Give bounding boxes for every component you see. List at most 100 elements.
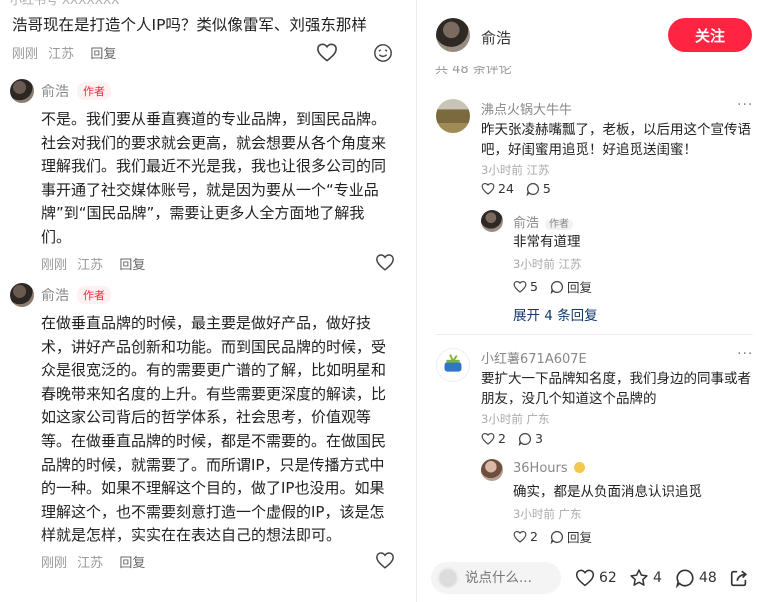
left-comment-panel: 小红书号 XXXXXXX 浩哥现在是打造个人IP吗？类似像雷军、刘强东那样 刚刚… [0,0,410,602]
reply-count: 3 [534,431,543,446]
comment-text: 要扩大一下品牌知名度，我们身边的同事或者朋友，没几个知道这个品牌的 [481,371,751,407]
reply-button[interactable]: 回复 [550,527,592,546]
reply-count-button[interactable]: 3 [518,431,543,446]
reply-count: 5 [542,181,551,196]
like-count: 5 [530,279,538,294]
more-icon[interactable]: ··· [737,346,753,362]
commenter-name[interactable]: 沸点火锅大牛牛 [481,99,572,118]
avatar[interactable] [436,18,470,52]
comment-input[interactable] [465,570,555,586]
avatar[interactable] [436,348,470,382]
collect-count: 4 [653,570,662,586]
heart-icon [513,530,527,543]
comment-button[interactable]: 48 [675,568,717,588]
comment-count: 48 [699,570,717,586]
question-reply-button[interactable]: 回复 [90,47,116,62]
comment-actions: 2 3 [481,431,555,446]
author-badge: 作者 [545,219,574,230]
heart-icon [513,280,527,293]
like-count: 2 [530,529,538,544]
heart-icon[interactable] [375,551,395,569]
more-icon[interactable]: ··· [737,97,753,113]
reply-meta: 3小时前 江苏 [513,257,582,271]
share-icon [730,570,748,587]
heart-icon [481,432,495,445]
comment-time: 刚刚 [41,257,68,273]
comment-text: 在做垂直品牌的时候，最主要是做好产品，做好技术，讲好产品创新和功能。而到国民品牌… [41,314,387,545]
avatar[interactable] [10,283,34,307]
comment-icon [675,569,694,588]
like-button[interactable]: 5 [513,279,538,294]
divider [435,334,753,335]
author-badge: 作者 [77,82,111,100]
author-header: 俞浩 关注 [417,0,768,66]
comment-text: 不是。我们要从垂直赛道的专业品牌，到国民品牌。社会对我们的要求就会更高，就会想要… [41,110,387,246]
author-comment-2: 俞浩 作者 在做垂直品牌的时候，最主要是做好产品，做好技术，讲好产品创新和功能。… [10,282,395,572]
comment-icon [550,530,563,544]
author-comment-1: 俞浩 作者 不是。我们要从垂直赛道的专业品牌，到国民品牌。社会对我们的要求就会更… [10,78,395,274]
expand-replies-link[interactable]: 展开 4 条回复 [513,304,598,324]
author-name[interactable]: 俞浩 [481,27,511,48]
total-comments-label: 共 48 条评论 [435,66,512,77]
follow-button[interactable]: 关注 [668,18,752,52]
question-location: 江苏 [48,47,75,62]
like-button[interactable]: 2 [513,529,538,544]
comment-icon [518,432,531,446]
clipped-header-text: 小红书号 XXXXXXX [10,0,120,7]
avatar[interactable] [481,210,503,232]
share-button[interactable] [729,568,749,588]
comment-time: 刚刚 [41,555,68,571]
avatar[interactable] [436,99,470,133]
avatar[interactable] [481,459,503,481]
comment-meta: 3小时前 广东 [481,412,550,426]
like-count: 2 [498,431,506,446]
smile-icon[interactable] [373,43,393,63]
comment-icon [526,182,539,196]
comment-meta: 3小时前 江苏 [481,163,550,177]
reply-text: 确实，都是从负面消息认识追觅 [513,484,702,500]
reply-author-name[interactable]: 36Hours [513,461,568,476]
reply-button[interactable]: 回复 [550,277,592,296]
reply-meta: 3小时前 广东 [513,507,582,521]
reply-label: 回复 [566,280,592,295]
heart-icon [481,182,495,195]
reply-actions: 2 回复 [513,527,604,546]
reply-author: 36Hours [513,461,585,476]
reply-label: 回复 [566,530,592,545]
reply-count-button[interactable]: 5 [526,181,551,196]
heart-icon [575,569,595,587]
heart-icon[interactable] [316,42,338,62]
comment-input-pill[interactable] [431,562,561,594]
question-meta: 刚刚 江苏 回复 [12,43,116,62]
reply-author: 俞浩 作者 [513,212,574,231]
post-like-count: 62 [599,569,617,586]
like-button[interactable]: 2 [481,431,506,446]
app-window: 小红书号 XXXXXXX 浩哥现在是打造个人IP吗？类似像雷军、刘强东那样 刚刚… [0,0,768,602]
reply-actions: 5 回复 [513,277,604,296]
comment-author-name[interactable]: 俞浩 [41,81,69,101]
comment-actions: 24 5 [481,181,563,196]
reply-author-name[interactable]: 俞浩 [513,216,539,231]
comment-icon [550,280,563,294]
comment-text: 昨天张凌赫嘴瓢了，老板，以后用这个宣传语吧，好闺蜜用追觅！好追觅送闺蜜！ [481,122,751,158]
like-count: 24 [498,181,514,196]
reply-text: 非常有道理 [513,234,581,250]
like-button[interactable]: 24 [481,181,514,196]
comment-meta: 刚刚 江苏 回复 [41,552,395,572]
bottom-action-bar: 62 4 48 [417,558,768,602]
comment-meta: 刚刚 江苏 回复 [41,253,395,274]
heart-icon[interactable] [375,253,395,271]
comment-location: 江苏 [77,555,104,571]
like-post-button[interactable]: 62 [575,568,617,587]
question-text: 浩哥现在是打造个人IP吗？类似像雷军、刘强东那样 [12,16,367,34]
author-badge: 作者 [77,286,111,304]
collect-button[interactable]: 4 [629,568,662,588]
comment-location: 江苏 [77,257,104,273]
comment-reply-button[interactable]: 回复 [119,258,145,273]
avatar[interactable] [10,79,34,103]
star-icon [630,569,648,586]
right-comment-panel: 共 48 条评论 俞浩 关注 沸点火锅大牛牛 ··· 昨天张凌赫嘴瓢了，老板，以… [417,0,768,602]
comment-author-name[interactable]: 俞浩 [41,285,69,305]
commenter-name[interactable]: 小红薯671A607E [481,348,587,367]
comment-reply-button[interactable]: 回复 [119,556,145,571]
